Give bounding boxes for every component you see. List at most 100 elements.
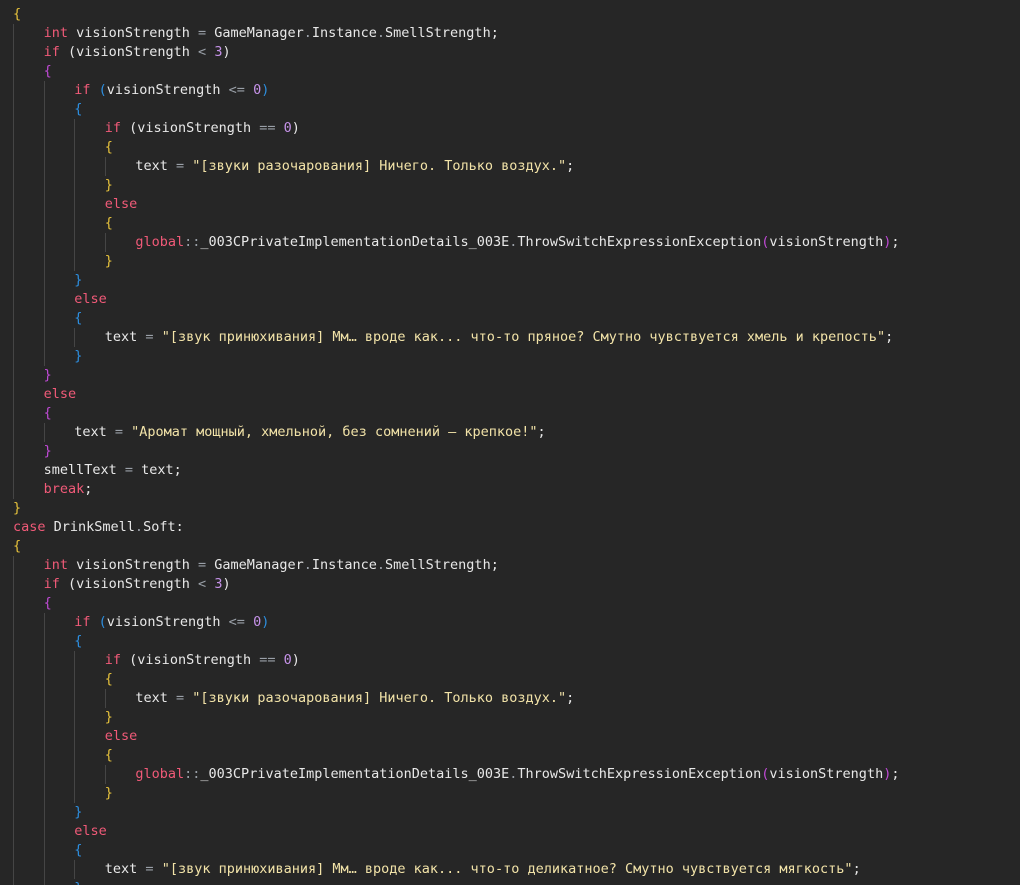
code-token: { <box>74 310 83 326</box>
code-line[interactable]: global::_003CPrivateImplementationDetail… <box>13 765 899 784</box>
code-line[interactable]: } <box>13 252 113 271</box>
code-token: Soft: <box>143 519 184 535</box>
code-token: } <box>43 367 52 383</box>
indent-guide <box>13 442 44 461</box>
code-line[interactable]: if (visionStrength <= 0) <box>13 613 269 632</box>
code-line[interactable]: } <box>13 442 52 461</box>
indent-guide <box>74 195 105 214</box>
code-token: ; <box>891 234 900 250</box>
code-line[interactable]: { <box>13 100 82 119</box>
code-line[interactable]: } <box>13 803 82 822</box>
code-line[interactable]: else <box>13 290 107 309</box>
code-token: (visionStrength <box>121 120 260 136</box>
code-token: ) <box>222 576 231 592</box>
code-token: global <box>135 234 185 250</box>
code-token: if <box>74 614 91 630</box>
code-line[interactable]: } <box>13 879 82 885</box>
indent-guide <box>13 100 44 119</box>
code-token: Instance <box>311 25 377 41</box>
code-line[interactable]: } <box>13 499 21 518</box>
code-line[interactable]: else <box>13 727 137 746</box>
code-line[interactable]: } <box>13 347 82 366</box>
indent-guide <box>74 651 105 670</box>
code-line[interactable]: int visionStrength = GameManager.Instanc… <box>13 556 499 575</box>
code-line[interactable]: if (visionStrength == 0) <box>13 651 300 670</box>
code-line[interactable]: { <box>13 62 52 81</box>
code-token: GameManager <box>206 25 304 41</box>
code-line[interactable]: else <box>13 385 76 404</box>
code-line[interactable]: smellText = text; <box>13 461 182 480</box>
code-editor[interactable]: {int visionStrength = GameManager.Instan… <box>0 0 1020 885</box>
code-token: _003CPrivateImplementationDetails_003E <box>200 766 510 782</box>
code-line[interactable]: { <box>13 670 113 689</box>
indent-guide <box>13 594 44 613</box>
code-line[interactable]: { <box>13 841 82 860</box>
code-token: ) <box>222 44 231 60</box>
code-token: = <box>176 690 185 706</box>
code-line[interactable]: { <box>13 594 52 613</box>
code-line[interactable]: { <box>13 632 82 651</box>
indent-guide <box>43 632 75 651</box>
code-line[interactable]: text = "[звук принюхивания] Мм… вроде ка… <box>13 328 893 347</box>
code-line[interactable]: { <box>13 309 82 328</box>
code-line[interactable]: if (visionStrength <= 0) <box>13 81 269 100</box>
code-line[interactable]: { <box>13 746 113 765</box>
code-line[interactable]: text = "[звуки разочарования] Ничего. То… <box>13 157 574 176</box>
code-line[interactable]: { <box>13 537 21 556</box>
indent-guide <box>74 670 105 689</box>
code-token: "Аромат мощный, хмельной, без сомнений —… <box>131 424 538 440</box>
code-token: { <box>13 6 22 22</box>
code-line[interactable]: } <box>13 708 113 727</box>
indent-guide <box>43 309 75 328</box>
indent-guide <box>43 860 75 879</box>
code-line[interactable]: else <box>13 195 137 214</box>
indent-guide <box>43 689 75 708</box>
code-token: :: <box>184 234 201 250</box>
indent-guide <box>13 366 44 385</box>
code-line[interactable]: { <box>13 214 113 233</box>
indent-guide <box>74 860 105 879</box>
indent-guide <box>13 461 44 480</box>
code-token: { <box>43 405 52 421</box>
indent-guide <box>13 252 44 271</box>
code-line[interactable]: case DrinkSmell.Soft: <box>13 518 184 537</box>
code-line[interactable]: } <box>13 176 113 195</box>
code-line[interactable]: text = "[звук принюхивания] Мм… вроде ка… <box>13 860 861 879</box>
indent-guide <box>43 100 75 119</box>
code-token: ) <box>291 652 300 668</box>
code-token: else <box>43 386 77 402</box>
code-line[interactable]: if (visionStrength < 3) <box>13 575 231 594</box>
code-token: Instance <box>311 557 377 573</box>
indent-guide <box>43 708 75 727</box>
code-line[interactable]: break; <box>13 480 92 499</box>
code-line[interactable]: if (visionStrength < 3) <box>13 43 231 62</box>
indent-guide <box>13 138 44 157</box>
code-token: text; <box>133 462 182 478</box>
code-token: = <box>124 462 134 478</box>
code-line[interactable]: } <box>13 366 52 385</box>
code-line[interactable]: text = "[звуки разочарования] Ничего. То… <box>13 689 574 708</box>
code-line[interactable]: { <box>13 5 21 24</box>
code-token: } <box>74 272 83 288</box>
indent-guide <box>13 860 44 879</box>
code-token: ThrowSwitchExpressionException <box>517 234 762 250</box>
code-token: SmellStrength; <box>385 557 499 573</box>
code-line[interactable]: } <box>13 271 82 290</box>
code-line[interactable]: { <box>13 404 52 423</box>
code-line[interactable]: if (visionStrength == 0) <box>13 119 300 138</box>
code-line[interactable]: { <box>13 138 113 157</box>
code-line[interactable]: int visionStrength = GameManager.Instanc… <box>13 24 499 43</box>
indent-guide <box>13 233 44 252</box>
code-line[interactable]: } <box>13 784 113 803</box>
indent-guide <box>104 689 136 708</box>
code-line[interactable]: text = "Аромат мощный, хмельной, без сом… <box>13 423 546 442</box>
indent-guide <box>13 556 44 575</box>
code-line[interactable]: global::_003CPrivateImplementationDetail… <box>13 233 899 252</box>
code-line[interactable]: else <box>13 822 107 841</box>
code-token: 0 <box>253 82 262 98</box>
indent-guide <box>13 613 44 632</box>
code-token: ; <box>566 158 575 174</box>
